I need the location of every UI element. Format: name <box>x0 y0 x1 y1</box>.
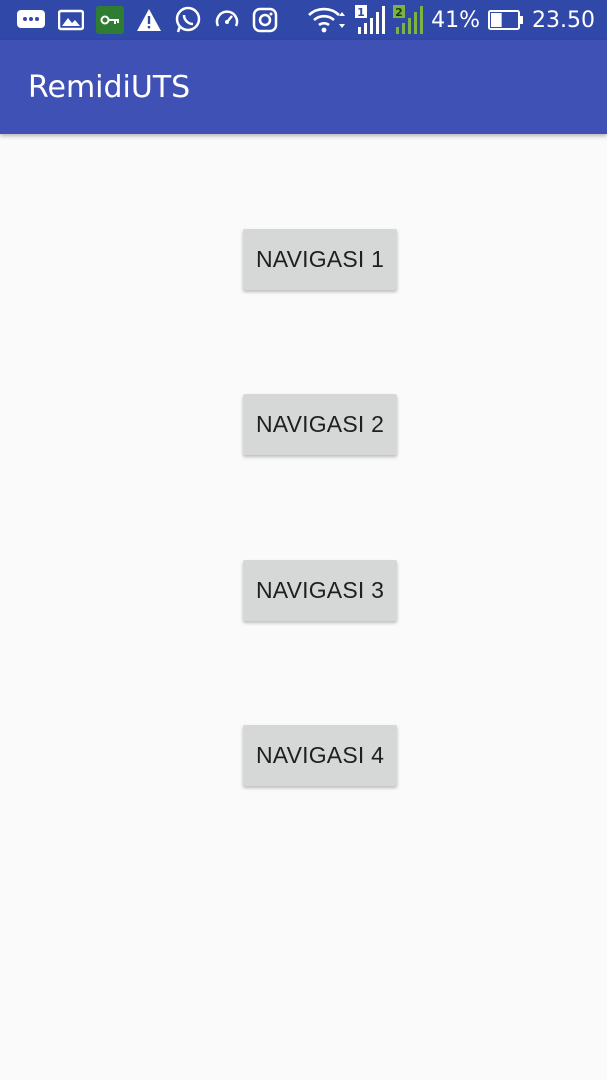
system-status: 1 2 41% 23.50 <box>307 0 595 40</box>
battery-percent: 41% <box>431 7 481 33</box>
main-content: NAVIGASI 1 NAVIGASI 2 NAVIGASI 3 NAVIGAS… <box>0 134 607 1080</box>
signal-sim2-icon: 2 <box>393 5 424 34</box>
wifi-icon <box>307 6 347 34</box>
whatsapp-icon <box>174 6 202 34</box>
navigasi-3-button[interactable]: NAVIGASI 3 <box>243 560 397 621</box>
notification-icons <box>16 0 278 40</box>
sim1-label: 1 <box>357 6 365 19</box>
status-bar: 1 2 41% 23.50 <box>0 0 607 40</box>
navigasi-1-button[interactable]: NAVIGASI 1 <box>243 229 397 290</box>
battery-icon <box>488 6 524 34</box>
app-title: RemidiUTS <box>28 69 191 105</box>
vpn-key-icon <box>96 6 124 34</box>
app-bar: RemidiUTS <box>0 40 607 134</box>
clock: 23.50 <box>532 7 595 33</box>
navigasi-2-button[interactable]: NAVIGASI 2 <box>243 394 397 455</box>
navigasi-4-button[interactable]: NAVIGASI 4 <box>243 725 397 786</box>
messages-icon <box>16 6 46 34</box>
speed-icon <box>214 6 240 34</box>
signal-sim1-icon: 1 <box>355 5 386 34</box>
gallery-icon <box>58 6 84 34</box>
warning-icon <box>136 6 162 34</box>
instagram-icon <box>252 6 278 34</box>
sim2-label: 2 <box>395 6 403 19</box>
